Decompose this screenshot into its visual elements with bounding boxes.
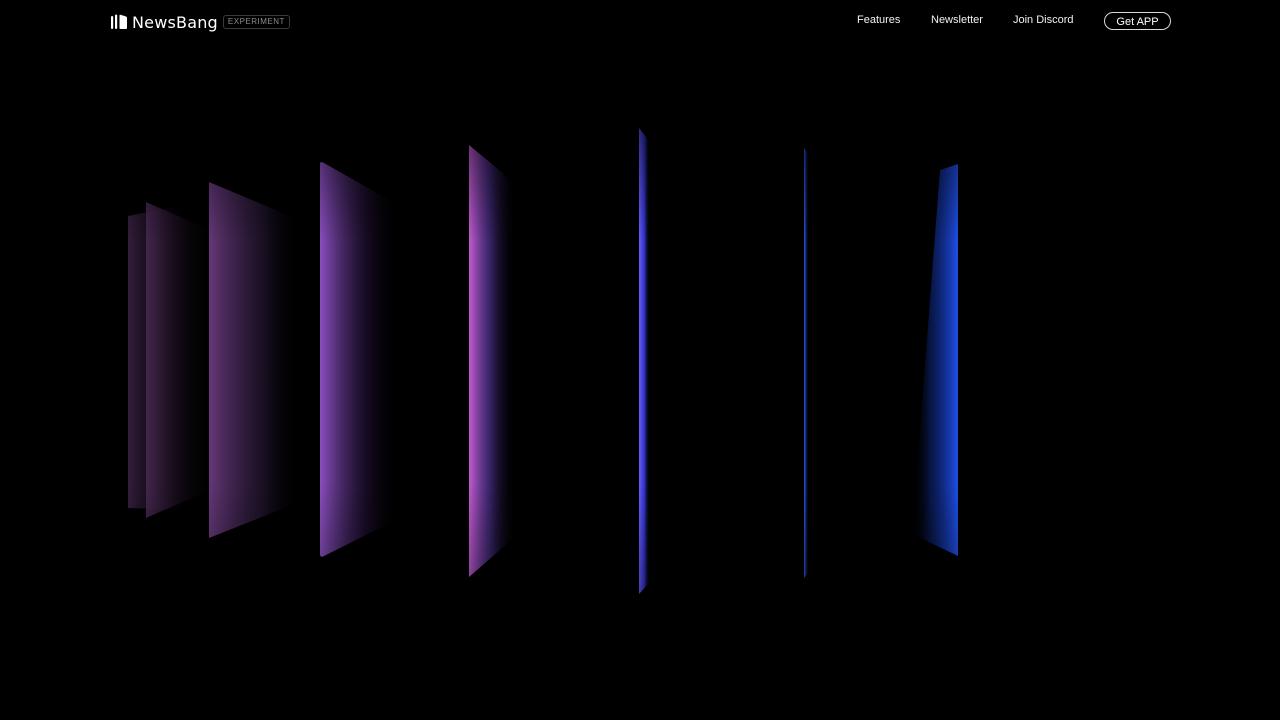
hero-visual — [0, 42, 1280, 662]
get-app-button[interactable]: Get APP — [1104, 12, 1171, 30]
nav-link-newsletter[interactable]: Newsletter — [931, 14, 983, 26]
vertical-fade-overlay — [100, 122, 1000, 602]
nav-links: Features Newsletter Join Discord — [0, 0, 1280, 42]
top-navigation: NewsBang EXPERIMENT Features Newsletter … — [0, 0, 1280, 42]
nav-link-join-discord[interactable]: Join Discord — [1013, 14, 1074, 26]
nav-link-features[interactable]: Features — [857, 14, 900, 26]
glowing-panels-illustration — [100, 122, 1000, 602]
